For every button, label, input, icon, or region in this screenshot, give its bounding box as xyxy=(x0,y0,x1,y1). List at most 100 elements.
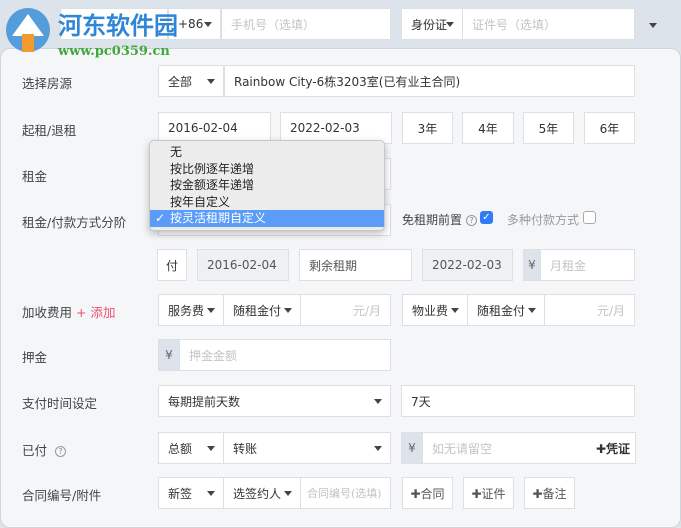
currency-prefix: ¥ xyxy=(523,249,541,281)
house-label: 选择房源 xyxy=(22,76,73,91)
menu-item-flexible-custom[interactable]: ✓ 按灵活租期自定义 xyxy=(150,210,384,227)
expand-button[interactable] xyxy=(645,10,665,38)
monthly-placeholder: 月租金 xyxy=(550,258,587,273)
menu-item-yearly-custom[interactable]: 按年自定义 xyxy=(150,194,384,211)
house-filter-select[interactable]: 全部 xyxy=(158,65,224,97)
paid-label: 已付? xyxy=(22,440,67,459)
menu-item-ratio-increase[interactable]: 按比例逐年递增 xyxy=(150,161,384,178)
free-period-label: 免租期前置? xyxy=(402,211,478,228)
rent-label: 租金 xyxy=(22,169,48,184)
id-placeholder: 证件号（选填） xyxy=(472,17,557,32)
paytime-days: 7天 xyxy=(411,394,431,409)
add-note-label: ✚备注 xyxy=(532,486,567,501)
extra-fee-label: 加收费用 + 添加 xyxy=(22,302,115,321)
currency-prefix: ¥ xyxy=(158,339,180,371)
menu-item-label: 按比例逐年递增 xyxy=(170,161,255,176)
chevron-down-icon xyxy=(207,79,215,84)
contract-kind-select[interactable]: 新签 xyxy=(158,477,224,509)
add-voucher-button[interactable]: ✚凭证 xyxy=(596,440,630,457)
chevron-down-icon xyxy=(649,23,657,28)
house-input[interactable]: Rainbow City-6栋3203室(已有业主合同) xyxy=(224,65,635,97)
stage-end: 2022-02-03 xyxy=(432,258,502,272)
paid-method-select[interactable]: 转账 xyxy=(223,432,391,464)
paytime-days-input[interactable]: 7天 xyxy=(401,385,635,417)
menu-item-label: 按灵活租期自定义 xyxy=(170,211,267,225)
contract-number-input[interactable]: 合同编号(选填) xyxy=(300,477,391,509)
fee2-amount-input[interactable]: 元/月 xyxy=(544,294,635,326)
pay-text: 付 xyxy=(166,258,179,273)
stage-start-date: 2016-02-04 xyxy=(197,249,289,281)
fee2-mode-select[interactable]: 随租金付 xyxy=(467,294,545,326)
phone-placeholder: 手机号（选填） xyxy=(231,17,316,32)
phone-input[interactable]: 手机号（选填） xyxy=(221,8,391,40)
end-date: 2022-02-03 xyxy=(290,121,360,135)
add-cert-button[interactable]: ✚证件 xyxy=(463,477,514,509)
start-date: 2016-02-04 xyxy=(168,121,238,135)
help-icon[interactable]: ? xyxy=(466,215,478,226)
paytime-mode: 每期提前天数 xyxy=(168,394,241,409)
help-icon[interactable]: ? xyxy=(55,446,67,457)
quick-5y-button[interactable]: 5年 xyxy=(523,112,574,144)
fee1-type-select[interactable]: 服务费 xyxy=(158,294,224,326)
id-number-input[interactable]: 证件号（选填） xyxy=(462,8,635,40)
multi-pay-label: 多种付款方式 xyxy=(507,213,580,227)
chevron-down-icon xyxy=(451,308,459,313)
chevron-down-icon xyxy=(207,308,215,313)
free-period-checkbox[interactable]: ✓ xyxy=(480,211,493,224)
fee1-unit: 元/月 xyxy=(352,303,381,318)
quick-label: 6年 xyxy=(599,121,620,136)
paytime-mode-select[interactable]: 每期提前天数 xyxy=(158,385,391,417)
remaining-term-input[interactable]: 剩余租期 xyxy=(299,249,412,281)
add-contract-button[interactable]: ✚合同 xyxy=(402,477,453,509)
fee1-mode: 随租金付 xyxy=(233,303,282,318)
yen-icon: ¥ xyxy=(408,441,416,455)
menu-item-amount-increase[interactable]: 按金额逐年递增 xyxy=(150,177,384,194)
add-fee-link[interactable]: + 添加 xyxy=(76,305,115,320)
chevron-down-icon xyxy=(284,491,292,496)
menu-item-none[interactable]: 无 xyxy=(150,144,384,161)
paid-text: 已付 xyxy=(22,443,48,458)
pay-cycle-field[interactable]: 付 xyxy=(157,249,187,281)
fee1-type: 服务费 xyxy=(168,303,205,318)
fee2-mode: 随租金付 xyxy=(477,303,526,318)
paytime-label: 支付时间设定 xyxy=(22,396,98,411)
signer-select[interactable]: 选签约人 xyxy=(223,477,301,509)
deposit-label: 押金 xyxy=(22,350,48,365)
watermark-url: www.pc0359.cn xyxy=(58,44,170,59)
extra-fee-text: 加收费用 xyxy=(22,305,73,320)
term-label: 起租/退租 xyxy=(22,123,77,138)
fee2-type-select[interactable]: 物业费 xyxy=(402,294,468,326)
deposit-input[interactable]: 押金金额 xyxy=(179,339,391,371)
id-type-select[interactable]: 身份证 xyxy=(401,8,463,40)
yen-icon: ¥ xyxy=(528,258,536,272)
stage-start: 2016-02-04 xyxy=(207,258,277,272)
country-code: +86 xyxy=(178,17,204,31)
monthly-rent-input[interactable]: 月租金 xyxy=(540,249,635,281)
menu-item-label: 无 xyxy=(170,145,183,159)
paid-amount-input[interactable]: 如无请留空 ✚凭证 xyxy=(422,432,636,464)
contract-label: 合同编号/附件 xyxy=(22,488,102,503)
quick-label: 5年 xyxy=(538,121,559,136)
stage-label: 租金/付款方式分阶 xyxy=(22,215,127,230)
chevron-down-icon xyxy=(528,308,536,313)
chevron-down-icon xyxy=(374,399,382,404)
contract-kind: 新签 xyxy=(168,486,193,501)
fee1-amount-input[interactable]: 元/月 xyxy=(300,294,391,326)
stage-end-date: 2022-02-03 xyxy=(422,249,513,281)
paid-placeholder: 如无请留空 xyxy=(432,441,493,456)
house-filter: 全部 xyxy=(168,74,193,89)
paid-type-select[interactable]: 总额 xyxy=(158,432,224,464)
quick-4y-button[interactable]: 4年 xyxy=(462,112,514,144)
chevron-down-icon xyxy=(207,446,215,451)
quick-6y-button[interactable]: 6年 xyxy=(584,112,635,144)
add-note-button[interactable]: ✚备注 xyxy=(524,477,575,509)
quick-3y-button[interactable]: 3年 xyxy=(402,112,453,144)
chevron-down-icon xyxy=(374,446,382,451)
add-contract-label: ✚合同 xyxy=(410,486,445,501)
quick-label: 4年 xyxy=(478,121,498,136)
fee1-mode-select[interactable]: 随租金付 xyxy=(223,294,301,326)
multi-pay-checkbox[interactable] xyxy=(583,211,596,224)
menu-item-label: 按年自定义 xyxy=(170,194,231,209)
chevron-down-icon xyxy=(284,308,292,313)
quick-label: 3年 xyxy=(417,121,438,136)
